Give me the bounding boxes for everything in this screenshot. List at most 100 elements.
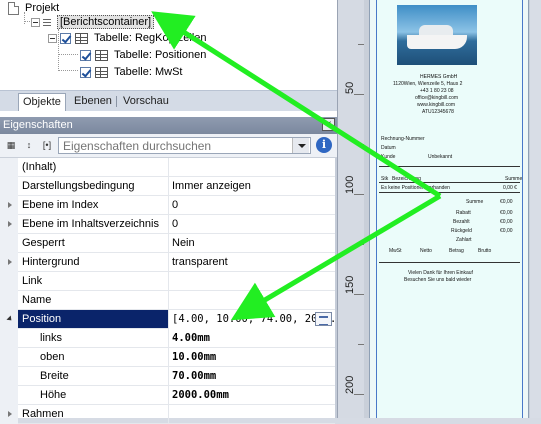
tree-item-positionen[interactable]: Tabelle: Positionen [80, 47, 208, 63]
property-value[interactable]: 70.00mm [168, 367, 335, 386]
property-name: oben [40, 351, 65, 363]
property-value[interactable]: 10.00mm [168, 348, 335, 367]
tab-ebenen[interactable]: Ebenen [70, 93, 116, 111]
receipt-phone: +43 1 80 23 08 [420, 88, 454, 94]
property-value[interactable]: 0 [168, 215, 335, 234]
property-row[interactable]: Link [0, 272, 335, 291]
property-row[interactable]: Name [0, 291, 335, 310]
tree-item-mwst[interactable]: Tabelle: MwSt [80, 64, 184, 80]
property-value[interactable]: Immer anzeigen [168, 177, 335, 196]
property-name: Hintergrund [22, 256, 80, 268]
tab-separator [116, 96, 117, 107]
property-row[interactable]: Höhe 2000.00mm [0, 386, 335, 405]
sort-alpha-icon[interactable]: ↕ [21, 137, 37, 153]
property-value[interactable]: 2000.00mm [168, 386, 335, 405]
yacht-image [397, 5, 477, 65]
tree-item-projekt-label: Projekt [25, 2, 60, 14]
properties-title: Eigenschaften × [0, 117, 337, 134]
search-dropdown-icon[interactable] [292, 138, 309, 153]
receipt-footer1: Vielen Dank für Ihren Einkauf [408, 270, 473, 276]
visibility-checkbox[interactable] [60, 32, 71, 44]
property-value[interactable]: 0 [168, 196, 335, 215]
property-grid: (Inhalt) Darstellungsbedingung Immer anz… [0, 158, 337, 424]
expand-icon[interactable] [8, 411, 12, 417]
receipt-kunde: Kunde [381, 154, 396, 160]
sort-categorized-icon[interactable]: ▦ [3, 137, 19, 153]
ruler-label: 100 [344, 175, 356, 194]
tree-item-berichtscontainer-label: [Berichtscontainer] [57, 15, 155, 29]
receipt-no-pos-val: 0,00 € [503, 185, 517, 191]
property-name: Darstellungsbedingung [22, 180, 135, 192]
close-icon[interactable]: × [322, 118, 335, 131]
property-name: Ebene im Inhaltsverzeichnis [22, 218, 159, 230]
receipt-email: office@kingbill.com [415, 95, 459, 101]
collapse-icon[interactable] [6, 315, 14, 323]
expand-icon[interactable] [8, 202, 12, 208]
property-row[interactable]: Rahmen [0, 405, 335, 424]
property-row[interactable]: Darstellungsbedingung Immer anzeigen [0, 177, 335, 196]
property-value[interactable] [168, 291, 335, 310]
tab-vorschau[interactable]: Vorschau [119, 93, 173, 111]
document-icon [8, 1, 19, 15]
tree-item-label: Tabelle: MwSt [114, 66, 183, 78]
ruler-label: 50 [344, 81, 356, 94]
visibility-checkbox[interactable] [80, 66, 91, 78]
property-row[interactable]: Gesperrt Nein [0, 234, 335, 253]
margin-guide [522, 0, 523, 418]
receipt-company: HERMES GmbH [420, 74, 458, 80]
tree-item-regkopfzeilen[interactable]: Tabelle: RegKopfzeilen [48, 30, 209, 46]
receipt-rechnung: Rechnung-Nummer [381, 136, 425, 142]
property-name: Link [22, 275, 43, 287]
property-name: Name [22, 294, 52, 306]
container-icon [43, 17, 51, 27]
properties-toolbar: ▦ ↕ [•] i [0, 134, 337, 158]
tab-objekte[interactable]: Objekte [18, 93, 66, 111]
receipt-zahlart: Zahlart [456, 237, 472, 243]
property-value[interactable] [168, 272, 335, 291]
receipt-datum: Datum [381, 145, 396, 151]
property-value[interactable] [168, 158, 335, 177]
edit-position-icon[interactable] [315, 312, 332, 326]
info-icon[interactable]: i [316, 137, 332, 153]
collapse-icon[interactable] [48, 33, 57, 43]
canvas-scrollbar[interactable] [530, 0, 541, 418]
property-value[interactable] [168, 405, 335, 424]
receipt-uid: ATU12345678 [422, 109, 454, 115]
expand-icon[interactable] [8, 259, 12, 265]
receipt-zero: €0,00 [500, 219, 513, 225]
property-value[interactable]: 4.00mm [168, 329, 335, 348]
receipt-unbekannt: Unbekannt [428, 154, 453, 160]
property-row[interactable]: links 4.00mm [0, 329, 335, 348]
property-value[interactable]: transparent [168, 253, 335, 272]
vertical-ruler: 50 100 150 200 [337, 0, 364, 418]
property-row[interactable]: Ebene im Inhaltsverzeichnis 0 [0, 215, 335, 234]
property-row[interactable]: Hintergrund transparent [0, 253, 335, 272]
collapse-icon[interactable] [31, 17, 40, 27]
table-icon [95, 49, 108, 61]
receipt-mwst-col: Netto [420, 248, 432, 254]
property-search-input[interactable] [58, 137, 311, 154]
receipt-bezahlt: Bezahlt [453, 219, 470, 225]
tree-item-berichtscontainer[interactable]: [Berichtscontainer] [31, 14, 155, 30]
property-row[interactable]: (Inhalt) [0, 158, 335, 177]
property-name: Ebene im Index [22, 199, 99, 211]
property-row[interactable]: Breite 70.00mm [0, 367, 335, 386]
property-value[interactable]: Nein [168, 234, 335, 253]
property-name: Gesperrt [22, 237, 65, 249]
visibility-checkbox[interactable] [80, 49, 91, 61]
property-row[interactable]: Ebene im Index 0 [0, 196, 335, 215]
property-row[interactable]: oben 10.00mm [0, 348, 335, 367]
property-name: Breite [40, 370, 69, 382]
receipt-mwst-col: Brutto [478, 248, 492, 254]
property-value[interactable]: [4.00, 10.00, 74.00, 2010.0... [168, 310, 335, 329]
property-name: Position [22, 313, 62, 325]
expand-icon[interactable] [8, 221, 12, 227]
formula-icon[interactable]: [•] [38, 137, 56, 153]
property-name: links [40, 332, 63, 344]
object-tree: Projekt [Berichtscontainer] Tabelle: Reg… [0, 0, 337, 90]
property-row-position[interactable]: Position [4.00, 10.00, 74.00, 2010.0... [0, 310, 335, 329]
ruler-label: 200 [344, 375, 356, 394]
property-name: Höhe [40, 389, 67, 401]
receipt-web: www.kingbill.com [417, 102, 456, 108]
receipt-footer2: Besuchen Sie uns bald wieder [404, 277, 472, 283]
